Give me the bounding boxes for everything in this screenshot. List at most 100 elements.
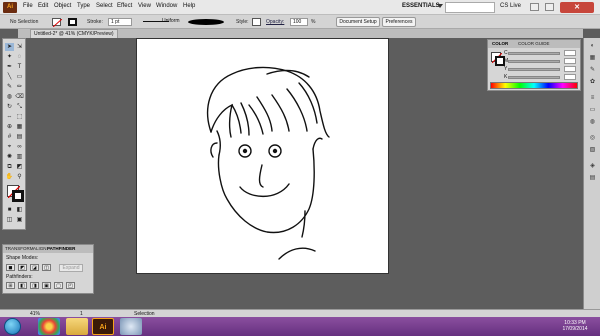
tab-pathfinder[interactable]: PATHFINDER [47,246,75,251]
variable-width-profile[interactable]: Uniform [160,18,180,26]
menu-effect[interactable]: Effect [117,3,132,9]
intersect-icon[interactable]: ◪ [30,264,39,271]
magenta-slider[interactable]: M [504,58,578,64]
stroke-swatch[interactable] [12,190,24,202]
graphic-styles-panel-icon[interactable]: ▧ [588,146,597,154]
menu-select[interactable]: Select [96,3,113,9]
graphic-style-swatch[interactable] [252,18,261,26]
eraser-tool-icon[interactable]: ⌫ [15,93,24,101]
eyedropper-tool-icon[interactable]: ⌖ [5,143,14,151]
merge-icon[interactable]: ◨ [30,282,39,289]
start-button[interactable] [4,318,21,335]
rotate-tool-icon[interactable]: ↻ [5,103,14,111]
menu-file[interactable]: File [23,3,33,9]
magic-wand-tool-icon[interactable]: ✦ [5,53,14,61]
selection-tool-icon[interactable]: ➤ [5,43,14,51]
illustrator-taskbar-icon[interactable]: Ai [92,318,114,335]
stroke-color-swatch[interactable] [68,18,77,26]
preferences-button[interactable]: Preferences [382,17,416,27]
pencil-tool-icon[interactable]: ✏ [15,83,24,91]
unite-icon[interactable]: ◼ [6,264,15,271]
blend-tool-icon[interactable]: ∞ [15,143,24,151]
symbol-sprayer-tool-icon[interactable]: ✺ [5,153,14,161]
layers-panel-icon[interactable]: ◈ [588,162,597,170]
chevron-down-icon[interactable] [437,4,443,8]
close-button[interactable]: ✕ [560,2,594,13]
cyan-slider[interactable]: C [504,50,578,56]
menu-help[interactable]: Help [183,3,195,9]
free-transform-tool-icon[interactable]: ⬚ [15,113,24,121]
artboard-tool-icon[interactable]: ⧉ [5,163,14,171]
color-panel-icon[interactable]: ◐ [588,42,597,50]
document-tab[interactable]: Untitled-2* @ 41% (CMYK/Preview) [30,29,118,38]
exclude-icon[interactable]: ◫ [42,264,51,271]
gradient-tool-icon[interactable]: ▤ [15,133,24,141]
system-clock[interactable]: 10:33 PM 17/09/2014 [554,320,596,332]
crop-icon[interactable]: ▣ [42,282,51,289]
menu-type[interactable]: Type [77,3,90,9]
artboard[interactable] [136,38,389,274]
black-slider[interactable]: K [504,74,578,80]
width-tool-icon[interactable]: ⇔ [5,113,14,121]
artboards-panel-icon[interactable]: ▤ [588,174,597,182]
chrome-taskbar-icon[interactable] [38,318,60,335]
gradient-panel-icon[interactable]: ▭ [588,106,597,114]
black-value-field[interactable] [564,74,576,80]
file-explorer-taskbar-icon[interactable] [66,318,88,335]
shape-builder-tool-icon[interactable]: ⊕ [5,123,14,131]
line-tool-icon[interactable]: ╲ [5,73,14,81]
type-tool-icon[interactable]: T [15,63,24,71]
swatches-panel-icon[interactable]: ▦ [588,54,597,62]
divide-icon[interactable]: ⊞ [6,282,15,289]
tab-align[interactable]: ALIGN [33,246,47,251]
photo-viewer-taskbar-icon[interactable] [120,318,142,335]
trim-icon[interactable]: ◧ [18,282,27,289]
stroke-label[interactable]: Stroke: [87,19,103,25]
rectangle-tool-icon[interactable]: ▭ [15,73,24,81]
gradient-mode-icon[interactable]: ◧ [15,206,24,214]
magenta-value-field[interactable] [564,58,576,64]
pen-tool-icon[interactable]: ✒ [5,63,14,71]
column-graph-tool-icon[interactable]: ▥ [15,153,24,161]
appearance-panel-icon[interactable]: ◎ [588,134,597,142]
hand-tool-icon[interactable]: ✋ [5,173,14,181]
fill-color-swatch[interactable] [52,18,63,28]
color-mode-icon[interactable]: ■ [5,206,14,214]
minus-front-icon[interactable]: ◩ [18,264,27,271]
menu-window[interactable]: Window [156,3,177,9]
slice-tool-icon[interactable]: ◩ [15,163,24,171]
direct-selection-tool-icon[interactable]: ⇲ [15,43,24,51]
menu-object[interactable]: Object [54,3,71,9]
opacity-label[interactable]: Opacity: [266,19,284,25]
scale-tool-icon[interactable]: ⤡ [15,103,24,111]
menu-edit[interactable]: Edit [38,3,48,9]
search-input[interactable] [445,2,495,13]
lasso-tool-icon[interactable]: ◌ [15,53,24,61]
brushes-panel-icon[interactable]: ✎ [588,66,597,74]
mesh-tool-icon[interactable]: # [5,133,14,141]
zoom-tool-icon[interactable]: ⚲ [15,173,24,181]
tab-color-guide[interactable]: COLOR GUIDE [518,41,550,46]
document-setup-button[interactable]: Document Setup [336,17,380,27]
minus-back-icon[interactable]: ◰ [66,282,75,289]
paintbrush-tool-icon[interactable]: ✎ [5,83,14,91]
brush-definition[interactable] [188,19,224,25]
tab-transform[interactable]: TRANSFORM [5,246,34,251]
transparency-panel-icon[interactable]: ◍ [588,118,597,126]
yellow-slider[interactable]: Y [504,66,578,72]
yellow-value-field[interactable] [564,66,576,72]
outline-icon[interactable]: ▢ [54,282,63,289]
illustrator-app-icon[interactable]: Ai [3,2,17,13]
tab-color[interactable]: COLOR [492,41,508,46]
blob-brush-tool-icon[interactable]: ◍ [5,93,14,101]
cyan-value-field[interactable] [564,50,576,56]
cs-live-button[interactable]: CS Live [500,3,521,9]
workspace-switcher[interactable]: ESSENTIALS [402,3,440,9]
draw-normal-icon[interactable]: ◫ [5,216,14,224]
maximize-button[interactable] [545,3,554,11]
perspective-grid-tool-icon[interactable]: ▦ [15,123,24,131]
symbols-panel-icon[interactable]: ✿ [588,78,597,86]
stroke-weight-field[interactable]: 1 pt [108,18,132,26]
opacity-field[interactable]: 100 [290,18,308,26]
screen-mode-icon[interactable]: ▣ [15,216,24,224]
